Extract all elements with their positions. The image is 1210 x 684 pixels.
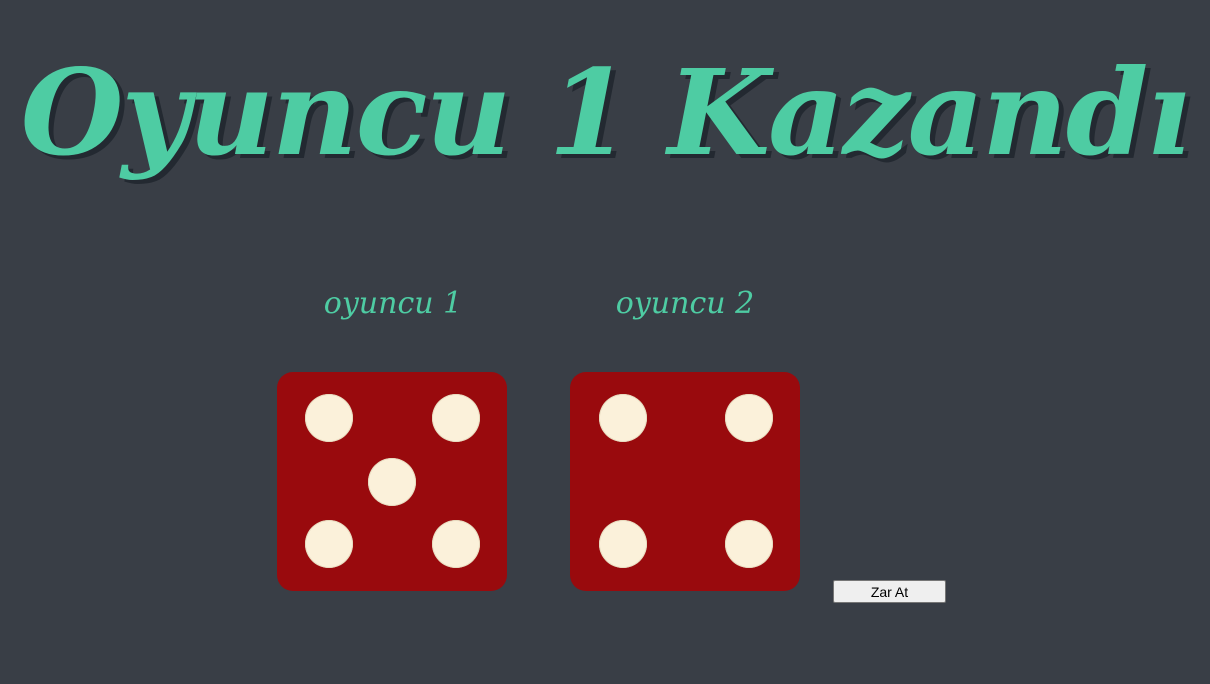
die-pip (305, 520, 353, 568)
die-pip (432, 394, 480, 442)
die-pip (599, 394, 647, 442)
player-1-label: oyuncu 1 (323, 286, 463, 321)
die-pip (432, 520, 480, 568)
die-pip (599, 520, 647, 568)
die-pip (305, 394, 353, 442)
die-pip (725, 394, 773, 442)
die-pip (725, 520, 773, 568)
winner-title: Oyuncu 1 Kazandı (20, 43, 1191, 182)
player-1-die (277, 372, 507, 591)
player-2-label: oyuncu 2 (615, 286, 755, 321)
roll-dice-button[interactable]: Zar At (833, 580, 946, 603)
player-2-die (570, 372, 800, 591)
die-pip (368, 458, 416, 506)
